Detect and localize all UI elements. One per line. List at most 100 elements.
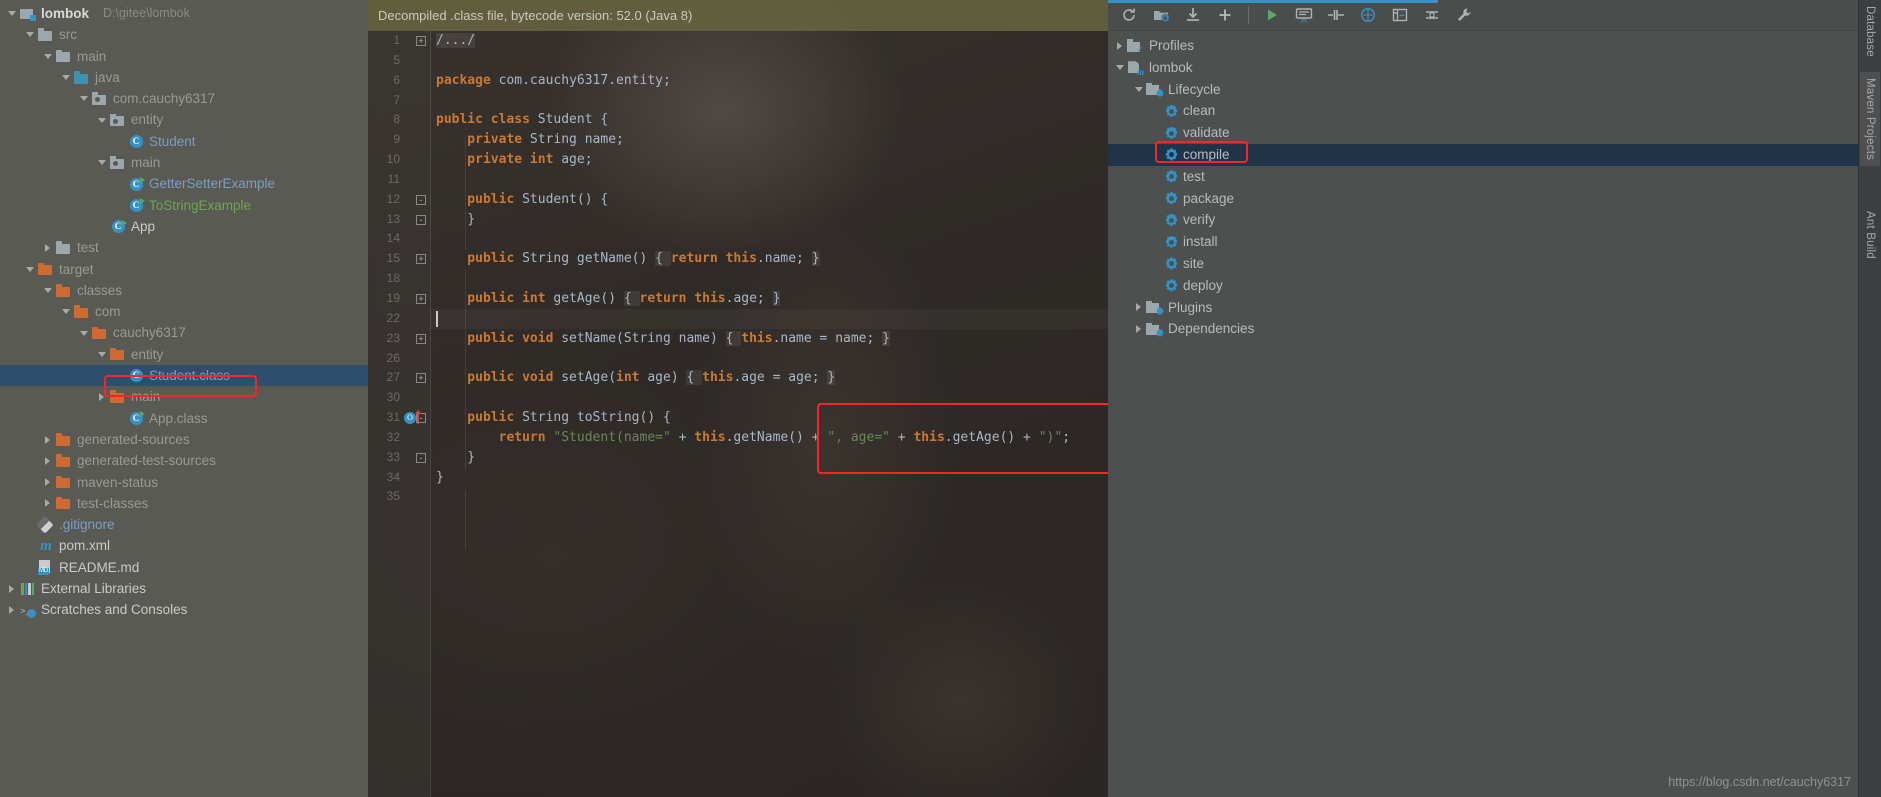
show-dependencies-icon[interactable] xyxy=(1387,3,1413,27)
project-tree-item[interactable]: java xyxy=(0,67,368,88)
maven-tree-item[interactable]: Plugins xyxy=(1108,297,1881,319)
project-tree-item[interactable]: entity xyxy=(0,109,368,130)
project-tree-item[interactable]: generated-sources xyxy=(0,429,368,450)
fold-expand-icon[interactable]: + xyxy=(416,293,426,304)
chevron-down-icon[interactable] xyxy=(40,46,55,67)
maven-tree-item[interactable]: site xyxy=(1108,253,1881,275)
code-line[interactable]: 14 xyxy=(368,229,1108,249)
project-tree-item[interactable]: m pom.xml xyxy=(0,535,368,556)
code-line[interactable]: 35 xyxy=(368,487,1108,507)
chevron-down-icon[interactable] xyxy=(22,24,37,45)
chevron-right-icon[interactable] xyxy=(4,578,19,599)
maven-tree-item[interactable]: verify xyxy=(1108,209,1881,231)
code-line[interactable]: 19 + public int getAge() { return this.ag… xyxy=(368,289,1108,309)
chevron-down-icon[interactable] xyxy=(40,280,55,301)
project-tree-item[interactable]: generated-test-sources xyxy=(0,450,368,471)
code-line[interactable]: 34} xyxy=(368,468,1108,488)
maven-tree-item[interactable]: Dependencies xyxy=(1108,318,1881,340)
project-tree-item[interactable]: MD README.md xyxy=(0,557,368,578)
code-line[interactable]: 23 + public void setName(String name) { t… xyxy=(368,329,1108,349)
code-line[interactable]: 15 + public String getName() { return thi… xyxy=(368,249,1108,269)
project-tree-item[interactable]: test-classes xyxy=(0,493,368,514)
fold-collapse-icon[interactable]: - xyxy=(416,194,426,205)
chevron-right-icon[interactable] xyxy=(1112,35,1127,57)
project-tree-item[interactable]: External Libraries xyxy=(0,578,368,599)
project-tree-item[interactable]: com.cauchy6317 xyxy=(0,88,368,109)
chevron-right-icon[interactable] xyxy=(94,386,109,407)
chevron-down-icon[interactable] xyxy=(94,109,109,130)
chevron-down-icon[interactable] xyxy=(94,344,109,365)
code-line[interactable]: 22 xyxy=(368,309,1108,329)
maven-tree-item[interactable]: m lombok xyxy=(1108,57,1881,79)
project-tree-item[interactable]: test xyxy=(0,237,368,258)
fold-expand-icon[interactable]: + xyxy=(416,36,426,46)
code-line[interactable]: 32 return "Student(name=" + this.getName… xyxy=(368,428,1108,448)
code-line[interactable]: 6 package com.cauchy6317.entity; xyxy=(368,71,1108,91)
code-line[interactable]: 18 xyxy=(368,269,1108,289)
fold-collapse-icon[interactable]: - xyxy=(416,452,426,463)
code-line[interactable]: 27 + public void setAge(int age) { this.a… xyxy=(368,368,1108,388)
chevron-down-icon[interactable] xyxy=(1112,57,1127,79)
tool-tab-maven-projects[interactable]: Maven Projects xyxy=(1860,72,1880,167)
project-tree[interactable]: lombok D:\gitee\lombok src main java com.cauc… xyxy=(0,0,368,623)
chevron-right-icon[interactable] xyxy=(1131,318,1146,340)
code-line[interactable]: 1 + /.../ xyxy=(368,31,1108,51)
maven-tree-item[interactable]: compile xyxy=(1108,143,1881,166)
chevron-right-icon[interactable] xyxy=(40,472,55,493)
reimport-icon[interactable] xyxy=(1116,3,1142,27)
code-line[interactable]: 13 - } xyxy=(368,210,1108,230)
maven-settings-icon[interactable] xyxy=(1451,3,1477,27)
code-line[interactable]: 9 private String name; xyxy=(368,130,1108,150)
tool-tab-ant-build[interactable]: Ant Build xyxy=(1860,205,1880,265)
project-tree-item[interactable]: main xyxy=(0,386,368,407)
code-line[interactable]: 7 xyxy=(368,91,1108,111)
project-tree-item[interactable]: .gitignore xyxy=(0,514,368,535)
chevron-down-icon[interactable] xyxy=(58,67,73,88)
toggle-offline-icon[interactable] xyxy=(1355,3,1381,27)
chevron-right-icon[interactable] xyxy=(40,237,55,258)
chevron-right-icon[interactable] xyxy=(4,599,19,620)
maven-tree-item[interactable]: test xyxy=(1108,166,1881,188)
maven-tree-item[interactable]: Lifecycle xyxy=(1108,79,1881,101)
code-content[interactable]: 1 + /.../ 5 6 package com.cauchy6317.entity; 7… xyxy=(368,31,1108,797)
editor-pane[interactable]: Decompiled .class file, bytecode version… xyxy=(368,0,1108,797)
project-tree-item[interactable]: main xyxy=(0,46,368,67)
right-tool-window-bar[interactable]: Database Maven Projects Ant Build xyxy=(1858,0,1881,797)
generate-sources-icon[interactable] xyxy=(1148,3,1174,27)
project-tree-item[interactable]: C App.class xyxy=(0,408,368,429)
collapse-all-icon[interactable] xyxy=(1419,3,1445,27)
project-tool-window[interactable]: lombok D:\gitee\lombok src main java com.cauc… xyxy=(0,0,368,797)
fold-expand-icon[interactable]: + xyxy=(416,373,426,384)
project-tree-item[interactable]: classes xyxy=(0,280,368,301)
project-tree-item[interactable]: entity xyxy=(0,344,368,365)
chevron-right-icon[interactable] xyxy=(40,450,55,471)
project-tree-item[interactable]: C Student.class xyxy=(0,365,368,387)
chevron-right-icon[interactable] xyxy=(1131,297,1146,319)
chevron-right-icon[interactable] xyxy=(40,429,55,450)
project-tree-item[interactable]: target xyxy=(0,259,368,280)
chevron-down-icon[interactable] xyxy=(1131,79,1146,101)
project-tree-item[interactable]: Scratches and Consoles xyxy=(0,599,368,623)
code-line[interactable]: 30 xyxy=(368,388,1108,408)
execute-maven-goal-icon[interactable]: m xyxy=(1291,3,1317,27)
chevron-down-icon[interactable] xyxy=(58,301,73,322)
project-tree-item[interactable]: C App xyxy=(0,216,368,237)
chevron-down-icon[interactable] xyxy=(94,152,109,173)
maven-tree-item[interactable]: ✓ Profiles xyxy=(1108,35,1881,57)
fold-collapse-icon[interactable]: - xyxy=(416,214,426,225)
download-sources-icon[interactable] xyxy=(1180,3,1206,27)
project-tree-item[interactable]: C ToStringExample xyxy=(0,195,368,216)
code-line[interactable]: 31- O public String toString() { xyxy=(368,408,1108,428)
maven-toolbar[interactable]: m xyxy=(1108,0,1881,31)
maven-projects-tool-window[interactable]: m ✓ Profiles m lombok Lifecycle clean validate… xyxy=(1108,0,1881,797)
code-line[interactable]: 11 xyxy=(368,170,1108,190)
code-line[interactable]: 10 private int age; xyxy=(368,150,1108,170)
code-line[interactable]: 12 - public Student() { xyxy=(368,190,1108,210)
fold-expand-icon[interactable]: + xyxy=(416,254,426,265)
chevron-down-icon[interactable] xyxy=(76,88,91,109)
chevron-down-icon[interactable] xyxy=(22,259,37,280)
code-line[interactable]: 33 - } xyxy=(368,448,1108,468)
project-tree-item[interactable]: com xyxy=(0,301,368,322)
code-line[interactable]: 26 xyxy=(368,349,1108,369)
add-maven-project-icon[interactable] xyxy=(1212,3,1238,27)
